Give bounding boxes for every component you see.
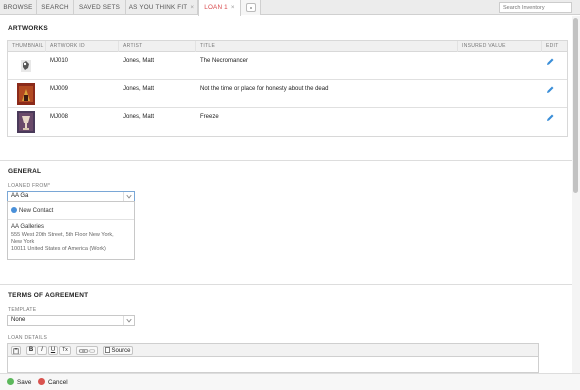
check-icon bbox=[7, 378, 14, 385]
template-value: None bbox=[11, 317, 26, 323]
new-contact-label: New Contact bbox=[19, 208, 54, 214]
loaned-from-value: AA Ga bbox=[11, 193, 29, 199]
underline-button[interactable]: U bbox=[48, 346, 58, 355]
suggestion-name[interactable]: AA Galleries bbox=[11, 224, 44, 230]
remove-format-button[interactable]: Tx bbox=[59, 346, 71, 355]
scrollbar-thumb[interactable] bbox=[573, 18, 578, 193]
source-button[interactable]: Source bbox=[103, 346, 133, 355]
column-header-artist: ARTIST bbox=[119, 41, 196, 52]
tab-label: BROWSE bbox=[3, 4, 33, 11]
section-divider bbox=[0, 284, 572, 285]
page-scrollbar[interactable] bbox=[572, 16, 580, 373]
italic-button[interactable]: I bbox=[37, 346, 47, 355]
pencil-icon[interactable] bbox=[546, 113, 555, 122]
footer-bar: Save Cancel bbox=[0, 373, 580, 390]
column-header-artwork-id: ARTWORK ID bbox=[46, 41, 119, 52]
artwork-title: The Necromancer bbox=[200, 58, 249, 64]
tab-label: SEARCH bbox=[41, 4, 69, 11]
cancel-label: Cancel bbox=[48, 379, 68, 386]
tab-browse[interactable]: BROWSE bbox=[0, 0, 37, 15]
column-header-edit: EDIT bbox=[546, 43, 559, 49]
suggestion-address-line: New York bbox=[11, 239, 35, 245]
tab-close-icon[interactable]: × bbox=[190, 0, 194, 15]
template-label: TEMPLATE bbox=[8, 307, 37, 313]
table-row[interactable]: MJ009 Jones, Matt Not the time or place … bbox=[8, 80, 567, 108]
paste-button[interactable] bbox=[11, 346, 21, 355]
artist-name: Jones, Matt bbox=[123, 114, 155, 120]
tab-close-icon[interactable]: × bbox=[231, 0, 235, 15]
contact-suggestions-dropdown: New Contact AA Galleries 555 West 20th S… bbox=[7, 201, 135, 260]
tab-loan-1[interactable]: LOAN 1 × bbox=[198, 0, 241, 16]
artwork-title: Not the time or place for honesty about … bbox=[200, 86, 329, 92]
tab-bar: BROWSE SEARCH SAVED SETS AS YOU THINK FI… bbox=[0, 0, 580, 16]
loaned-from-label: LOANED FROM* bbox=[8, 183, 51, 189]
column-header-insured-value: INSURED VALUE bbox=[458, 41, 542, 52]
link-button[interactable] bbox=[76, 346, 98, 355]
terms-heading: TERMS OF AGREEMENT bbox=[8, 292, 89, 299]
artwork-id: MJ010 bbox=[50, 58, 69, 64]
column-header-thumbnail: THUMBNAIL bbox=[8, 41, 46, 52]
add-contact-icon bbox=[11, 207, 17, 213]
new-tab-button[interactable] bbox=[241, 0, 261, 15]
tab-label: LOAN 1 bbox=[204, 4, 228, 11]
tab-search[interactable]: SEARCH bbox=[37, 0, 74, 15]
loan-details-label: LOAN DETAILS bbox=[8, 335, 48, 341]
artwork-thumbnail[interactable] bbox=[17, 83, 35, 105]
section-divider bbox=[0, 160, 572, 161]
column-header-title: TITLE bbox=[196, 41, 458, 52]
artwork-thumbnail[interactable] bbox=[17, 55, 35, 77]
cancel-icon bbox=[38, 378, 45, 385]
document-icon bbox=[105, 347, 111, 353]
new-contact-option[interactable]: New Contact bbox=[11, 207, 53, 214]
pencil-icon[interactable] bbox=[546, 85, 555, 94]
search-inventory-input[interactable] bbox=[499, 2, 572, 13]
tab-saved-sets[interactable]: SAVED SETS bbox=[74, 0, 126, 15]
dropdown-divider bbox=[8, 219, 134, 220]
clipboard-icon bbox=[13, 348, 19, 355]
table-header: THUMBNAIL ARTWORK ID ARTIST TITLE INSURE… bbox=[8, 41, 567, 52]
artwork-title: Freeze bbox=[200, 114, 219, 120]
artwork-thumbnail[interactable] bbox=[17, 111, 35, 133]
bold-button[interactable]: B bbox=[26, 346, 36, 355]
artist-name: Jones, Matt bbox=[123, 86, 155, 92]
artworks-table: THUMBNAIL ARTWORK ID ARTIST TITLE INSURE… bbox=[7, 40, 568, 137]
chevron-down-icon[interactable] bbox=[123, 316, 134, 325]
add-tab-icon bbox=[246, 3, 256, 12]
source-label: Source bbox=[111, 348, 131, 354]
tab-label: SAVED SETS bbox=[78, 4, 121, 11]
artworks-heading: ARTWORKS bbox=[8, 25, 48, 32]
link-icon bbox=[78, 349, 96, 353]
tab-as-you-think-fit[interactable]: AS YOU THINK FIT × bbox=[126, 0, 198, 15]
editor-toolbar: B I U Tx Source bbox=[7, 343, 539, 357]
template-select[interactable]: None bbox=[7, 315, 135, 326]
table-row[interactable]: MJ008 Jones, Matt Freeze bbox=[8, 108, 567, 136]
save-label: Save bbox=[17, 379, 32, 386]
artwork-id: MJ009 bbox=[50, 86, 69, 92]
loan-details-editor[interactable] bbox=[7, 357, 539, 373]
artist-name: Jones, Matt bbox=[123, 58, 155, 64]
suggestion-address-line: 10011 United States of America (Work) bbox=[11, 246, 106, 252]
general-heading: GENERAL bbox=[8, 168, 42, 175]
artwork-id: MJ008 bbox=[50, 114, 69, 120]
table-row[interactable]: MJ010 Jones, Matt The Necromancer bbox=[8, 52, 567, 80]
save-button[interactable]: Save bbox=[7, 378, 31, 386]
pencil-icon[interactable] bbox=[546, 57, 555, 66]
chevron-down-icon[interactable] bbox=[123, 192, 134, 201]
suggestion-address-line: 555 West 20th Street, 5th Floor New York… bbox=[11, 232, 114, 238]
tab-label: AS YOU THINK FIT bbox=[128, 4, 188, 11]
cancel-button[interactable]: Cancel bbox=[38, 378, 68, 386]
